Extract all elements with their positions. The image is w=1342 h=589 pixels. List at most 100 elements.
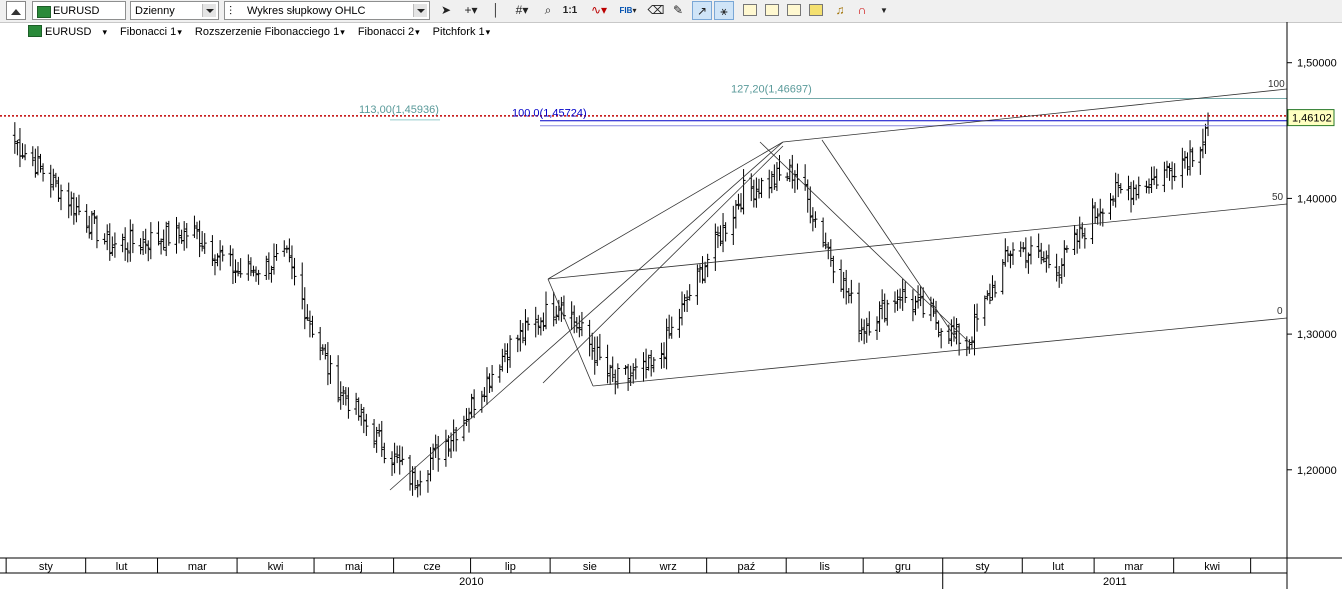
ohlc-bar (895, 289, 900, 311)
ohlc-bar (667, 314, 672, 339)
ohlc-bar (84, 204, 89, 233)
pitchfork-upper-tine (782, 88, 1288, 143)
month-label: sie (583, 561, 597, 573)
ohlc-bar (687, 284, 692, 301)
ohlc-bar (400, 446, 405, 466)
ohlc-bar (461, 415, 466, 442)
ohlc-bar (141, 231, 146, 256)
ohlc-bar (628, 365, 633, 386)
ohlc-bar (197, 220, 202, 258)
price-tick-label: 1,40000 (1297, 193, 1337, 205)
ohlc-bar (569, 301, 574, 331)
ohlc-bar (662, 342, 667, 369)
ohlc-bar (1044, 250, 1049, 273)
pitchfork-handle-a (547, 278, 594, 387)
ohlc-bar (559, 296, 564, 322)
price-tick-label: 1,50000 (1297, 58, 1337, 70)
ohlc-bar (641, 352, 646, 382)
ohlc-bar (266, 252, 271, 280)
ohlc-bar (1028, 236, 1033, 265)
ohlc-bar (356, 397, 361, 421)
ohlc-bar (69, 191, 74, 216)
ohlc-bar (987, 283, 992, 305)
ohlc-bar (254, 266, 259, 282)
ohlc-bar (536, 314, 541, 335)
ohlc-bar (431, 443, 436, 470)
ohlc-bar (1149, 166, 1154, 193)
ohlc-bar (579, 311, 584, 337)
ohlc-bar (903, 281, 908, 303)
month-label: kwi (1204, 561, 1220, 573)
ohlc-bar (613, 369, 618, 395)
ohlc-bar (74, 197, 79, 223)
ohlc-bar (248, 257, 253, 277)
ohlc-bar (1018, 241, 1023, 257)
ohlc-bar (713, 223, 718, 271)
ohlc-bar (359, 403, 364, 426)
ohlc-bar (928, 296, 933, 322)
ohlc-bar (651, 357, 656, 373)
ohlc-bar (805, 179, 810, 213)
ohlc-bar (756, 178, 761, 199)
ohlc-bar (769, 171, 774, 194)
last-price-label: 1,46102 (1292, 113, 1332, 125)
ohlc-bar (1147, 178, 1152, 194)
ohlc-chart[interactable]: 113,00(1,45936) 100.0(1,45724) 127,20(1,46… (0, 0, 1342, 589)
ohlc-bar (107, 223, 112, 261)
month-label: kwi (268, 561, 284, 573)
ohlc-bar (1164, 160, 1169, 178)
ohlc-bar (697, 264, 702, 283)
ohlc-bar (161, 229, 166, 251)
ohlc-bar (880, 289, 885, 320)
ohlc-bar (164, 221, 169, 257)
ohlc-bar (1046, 244, 1051, 269)
ohlc-bar (292, 257, 297, 286)
ohlc-bar (1180, 147, 1185, 188)
month-label: maj (345, 561, 363, 573)
ohlc-bar (66, 182, 71, 219)
price-tick-label: 1,20000 (1297, 465, 1337, 477)
ohlc-bar (543, 291, 548, 330)
ohlc-bar (577, 315, 582, 338)
ohlc-bar (554, 305, 559, 324)
ohlc-bar (443, 429, 448, 467)
ohlc-bar (300, 262, 305, 310)
ohlc-bar (346, 387, 351, 419)
ohlc-bar (759, 177, 764, 198)
ohlc-bar (379, 420, 384, 457)
ohlc-bar (246, 254, 251, 281)
ohlc-bar (143, 228, 148, 254)
ohlc-bar (864, 317, 869, 343)
ohlc-bar (934, 300, 939, 330)
month-label: paź (738, 561, 756, 573)
ohlc-bar (526, 317, 531, 331)
ohlc-bar (1154, 168, 1159, 189)
ohlc-bar (754, 177, 759, 208)
ohlc-bar (572, 305, 577, 334)
ohlc-bar (1098, 198, 1103, 226)
ohlc-bar (392, 442, 397, 474)
ohlc-bar (174, 216, 179, 254)
ohlc-bar (59, 184, 64, 211)
ohlc-bar (862, 319, 867, 345)
ohlc-bar (615, 363, 620, 389)
ohlc-bar (1036, 233, 1041, 259)
month-label: cze (424, 561, 441, 573)
ohlc-bar (1162, 161, 1167, 193)
ohlc-bar (910, 289, 915, 322)
ohlc-bar (785, 172, 790, 182)
ohlc-bar (839, 259, 844, 292)
trend-line-rise-2 (542, 145, 784, 384)
ohlc-bar (939, 328, 944, 349)
ohlc-bar (15, 139, 20, 156)
ohlc-bar (1100, 208, 1105, 227)
ohlc-bar (1188, 140, 1193, 176)
ohlc-bar (993, 280, 998, 298)
ohlc-bar (1093, 201, 1098, 224)
ohlc-bar (210, 235, 215, 267)
ohlc-bar (849, 279, 854, 304)
ohlc-bar (739, 193, 744, 213)
ohlc-bar (354, 392, 359, 415)
ohlc-bar (418, 470, 423, 496)
ohlc-bar (487, 373, 492, 394)
